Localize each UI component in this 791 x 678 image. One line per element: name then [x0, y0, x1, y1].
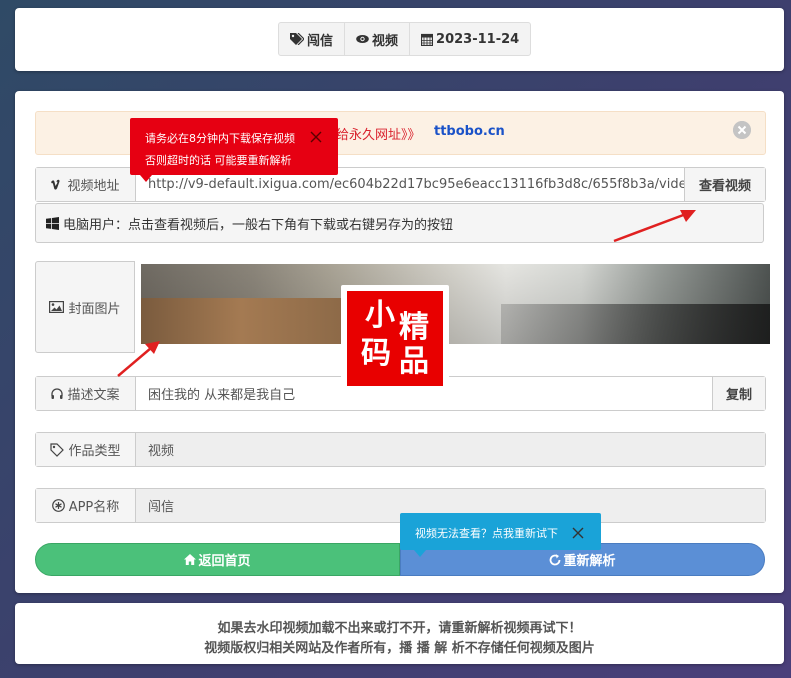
copy-button[interactable]: 复制: [712, 377, 765, 410]
stamp-logo: 小 精 码 品: [341, 285, 449, 392]
footer-card: 如果去水印视频加载不出来或打不开，请重新解析视频再试下！ 视频版权归相关网站及作…: [15, 603, 784, 664]
close-icon[interactable]: [572, 527, 584, 539]
work-type-label: 作品类型: [36, 433, 136, 466]
retry-popup[interactable]: 视频无法查看？点我重新试下: [400, 513, 601, 557]
popup-tail: [414, 550, 426, 557]
close-icon[interactable]: [310, 131, 322, 143]
tag-outline-icon: [50, 442, 65, 457]
meta-type: 视频: [345, 23, 411, 55]
view-video-button[interactable]: 查看视频: [684, 168, 765, 201]
tag-icon: [290, 33, 304, 45]
close-icon[interactable]: [733, 121, 751, 139]
work-type-field: 视频: [136, 433, 765, 466]
arrow-icon: [117, 341, 160, 377]
home-icon: [184, 554, 197, 565]
calendar-icon: [421, 33, 434, 46]
footer-line-1: 如果去水印视频加载不出来或打不开，请重新解析视频再试下！: [217, 621, 582, 636]
work-type-row: 作品类型 视频: [35, 432, 766, 467]
refresh-icon: [550, 553, 561, 565]
download-warning-popup: 请务必在8分钟内下载保存视频 否则超时的话 可能要重新解析: [130, 118, 338, 182]
meta-app: 闯信: [279, 23, 346, 55]
headphones-icon: [51, 387, 64, 399]
arrow-icon: [613, 210, 696, 243]
cover-image[interactable]: [141, 264, 770, 344]
eye-icon: [356, 35, 369, 43]
video-url-label: 视频地址: [36, 168, 136, 201]
footer-line-2: 视频版权归相关网站及作者所有，播 播 解 析不存储任何视频及图片: [204, 641, 595, 656]
vimeo-icon: [51, 179, 61, 190]
cover-image-floor: [141, 298, 341, 344]
stamp-red-block: 小 精 码 品: [347, 291, 443, 386]
meta-card: 闯信 视频 2023-11-24: [15, 8, 784, 71]
app-name-label: APP名称: [36, 489, 136, 522]
popup-tail: [140, 175, 152, 182]
meta-tags: 闯信 视频 2023-11-24: [278, 22, 532, 56]
notice-link[interactable]: ttbobo.cn: [434, 124, 505, 139]
meta-date: 2023-11-24: [410, 23, 530, 55]
desc-label: 描述文案: [36, 377, 136, 410]
notice-text: 给永久网址》》: [336, 128, 421, 143]
asterisk-icon: [51, 499, 65, 512]
windows-icon: [46, 216, 59, 230]
home-button[interactable]: 返回首页: [35, 543, 400, 576]
image-icon: [49, 301, 65, 313]
cover-image-shadow: [501, 304, 770, 344]
